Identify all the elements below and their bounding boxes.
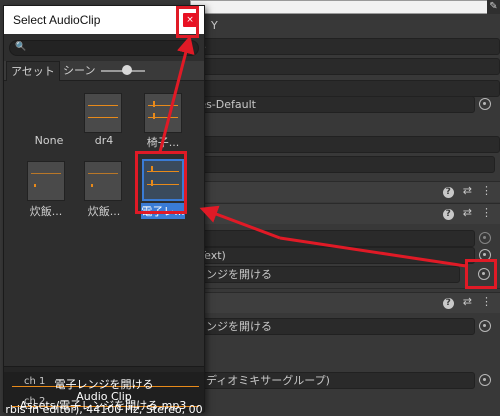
name-field[interactable] <box>190 0 490 14</box>
annotation-box-picker-button <box>465 259 497 289</box>
preset-icon[interactable]: ⇄ <box>463 295 472 308</box>
preset-icon[interactable]: ⇄ <box>463 184 472 197</box>
waveform <box>153 113 155 119</box>
annotation-box-close <box>176 6 199 38</box>
waveform <box>148 117 178 118</box>
tab-scene[interactable]: シーン <box>59 61 99 80</box>
pick-icon[interactable]: ✎ <box>487 0 500 14</box>
object-field[interactable] <box>190 230 475 247</box>
text-field[interactable] <box>190 156 495 173</box>
annotation-box-selected-clip <box>135 151 187 214</box>
help-icon[interactable]: ? <box>442 298 454 309</box>
tile-label[interactable]: 炊飯... <box>79 203 129 219</box>
dropdown-field[interactable] <box>190 80 500 97</box>
tab-assets[interactable]: アセット <box>6 61 60 81</box>
waveform <box>31 173 61 174</box>
help-icon[interactable]: ? <box>442 187 454 198</box>
object-picker-icon[interactable] <box>479 374 491 386</box>
y-label: Y <box>211 19 218 32</box>
component-header[interactable]: ? ⇄ ⋮ <box>190 203 500 224</box>
component-header[interactable]: ? ⇄ ⋮ <box>190 181 500 202</box>
audioclip-field[interactable]: レンジを開ける <box>190 266 460 283</box>
waveform <box>88 105 118 106</box>
audioclip-field[interactable]: レンジを開ける <box>190 318 475 335</box>
waveform <box>88 173 118 174</box>
waveform <box>148 105 178 106</box>
help-icon[interactable]: ? <box>442 209 454 220</box>
waveform <box>34 184 36 187</box>
separator <box>190 288 500 289</box>
window-title: Select AudioClip <box>13 13 101 27</box>
header-icons: ? ⇄ ⋮ <box>434 295 492 309</box>
search-input[interactable]: 🔍 <box>9 40 199 56</box>
dropdown-field[interactable]: t <box>190 136 500 153</box>
more-icon[interactable]: ⋮ <box>481 184 492 197</box>
tile-label[interactable]: 椅子... <box>138 134 188 150</box>
tab-bar: アセット シーン <box>4 61 204 81</box>
zoom-slider-handle[interactable] <box>122 65 132 75</box>
object-field[interactable]: (Text) <box>190 247 475 264</box>
object-field[interactable]: tes-Default <box>190 96 475 113</box>
tile-label[interactable]: None <box>24 134 74 147</box>
dropdown-field[interactable] <box>190 58 500 75</box>
object-picker-icon[interactable] <box>479 98 491 110</box>
preset-icon[interactable]: ⇄ <box>463 206 472 219</box>
clip-path: Assets/電子レンジを開ける.mp3 <box>19 399 187 412</box>
dropdown-field[interactable]: ル <box>190 38 500 55</box>
waveform <box>91 184 93 187</box>
header-icons: ? ⇄ ⋮ <box>434 184 492 198</box>
window-titlebar[interactable]: Select AudioClip × <box>4 6 204 34</box>
header-icons: ? ⇄ ⋮ <box>434 206 492 220</box>
audioclip-tile[interactable] <box>84 161 122 201</box>
component-header[interactable]: ? ⇄ ⋮ <box>190 292 500 313</box>
search-icon: 🔍 <box>15 42 27 52</box>
waveform <box>88 117 118 118</box>
more-icon[interactable]: ⋮ <box>481 206 492 219</box>
waveform <box>153 101 155 107</box>
more-icon[interactable]: ⋮ <box>481 295 492 308</box>
tile-label[interactable]: 炊飯... <box>21 203 71 219</box>
audioclip-tile-dr4[interactable] <box>84 93 122 133</box>
object-picker-icon[interactable] <box>479 232 491 244</box>
mixer-group-field[interactable]: ーディオミキサーグループ) <box>190 372 475 389</box>
tile-label[interactable]: dr4 <box>79 134 129 147</box>
object-picker-icon[interactable] <box>479 320 491 332</box>
audioclip-tile[interactable] <box>27 161 65 201</box>
audioclip-tile[interactable] <box>144 93 182 133</box>
